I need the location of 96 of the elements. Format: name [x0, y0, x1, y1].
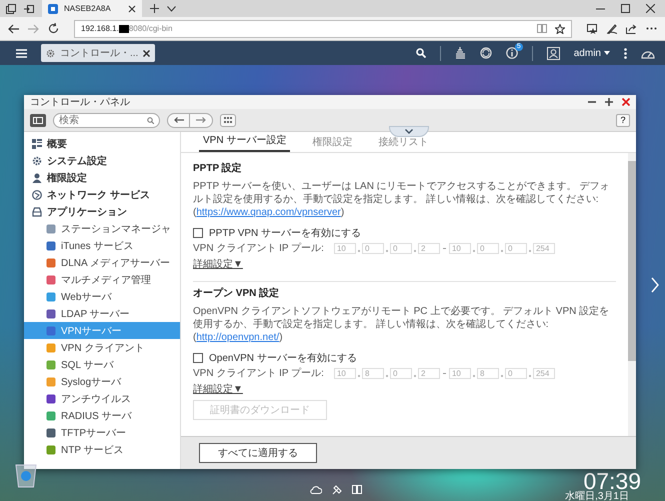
address-bar[interactable]: 192.168.1. 8080/cgi-bin: [74, 20, 572, 38]
sidebar-item[interactable]: DLNA メディアサーバー: [24, 254, 180, 271]
checkbox-label: PPTP VPN サーバーを有効にする: [209, 226, 362, 240]
link[interactable]: http://openvpn.net/: [196, 332, 280, 343]
date: 水曜日,3月1日: [565, 491, 629, 501]
info-icon[interactable]: [506, 47, 518, 59]
chevron-down-icon: [404, 129, 412, 134]
link[interactable]: https://www.qnap.com/vpnserver: [196, 207, 341, 218]
sidebar-item[interactable]: 権限設定: [24, 169, 180, 186]
user-icon[interactable]: [546, 46, 560, 60]
gear-icon: [32, 156, 42, 166]
maximize-icon[interactable]: [605, 98, 613, 106]
back-button[interactable]: [167, 112, 190, 128]
overview-icon: [32, 138, 42, 148]
forward-arrow-icon: [196, 117, 206, 123]
section-title: PPTP 設定: [193, 161, 243, 175]
refresh-icon[interactable]: [48, 23, 59, 34]
tools-icon[interactable]: [332, 485, 342, 495]
advanced-settings-link[interactable]: 詳細設定▼: [193, 257, 243, 271]
redaction-block: [118, 24, 129, 32]
person-icon: [32, 172, 42, 182]
sync-icon[interactable]: [480, 47, 492, 59]
search-icon: [147, 116, 154, 124]
sidebar-item[interactable]: ネットワーク サービス: [24, 186, 180, 203]
tab[interactable]: 接続リスト: [374, 135, 432, 152]
clock: 07:39: [583, 470, 641, 492]
book-icon[interactable]: [352, 485, 362, 494]
url-host: 192.168.1.: [81, 24, 119, 33]
back-arrow-icon: [174, 117, 184, 123]
kebab-menu-icon[interactable]: [624, 48, 627, 58]
caret-icon[interactable]: [604, 51, 610, 55]
drive-icon: [32, 206, 42, 216]
forward-button[interactable]: [190, 112, 213, 128]
set-aside-icon[interactable]: [24, 4, 34, 14]
new-tab-icon[interactable]: [150, 4, 159, 13]
grid-icon: [224, 117, 232, 123]
apps-grid-button[interactable]: [220, 114, 236, 126]
recycle-bin-icon[interactable]: [15, 462, 37, 488]
back-icon[interactable]: [8, 24, 19, 34]
sidebar-item[interactable]: VPN クライアント: [24, 339, 180, 356]
search-field[interactable]: 検索: [53, 112, 160, 128]
field-label: VPN クライアント IP プール:: [193, 366, 324, 380]
favorite-star-icon[interactable]: [555, 24, 565, 34]
menu-icon[interactable]: [16, 48, 27, 58]
close-icon[interactable]: [646, 4, 655, 13]
help-button[interactable]: ?: [616, 114, 630, 126]
tab[interactable]: 権限設定: [308, 135, 356, 152]
apply-button[interactable]: すべてに適用する: [199, 443, 317, 463]
sidebar-item[interactable]: システム設定: [24, 152, 180, 169]
sidebar-item[interactable]: LDAP サーバー: [24, 305, 180, 322]
more-icon[interactable]: [646, 27, 657, 30]
sidebar-item[interactable]: マルチメディア管理: [24, 271, 180, 288]
app-tab[interactable]: コントロール・...: [41, 44, 156, 62]
pen-icon[interactable]: [607, 24, 617, 34]
window-title: コントロール・パネル: [30, 96, 131, 109]
scroll-bar[interactable]: [628, 153, 636, 436]
sidebar-item[interactable]: iTunes サービス: [24, 237, 180, 254]
favicon-icon: [48, 4, 58, 14]
advanced-settings-link[interactable]: 詳細設定▼: [193, 382, 243, 396]
favorites-hub-icon[interactable]: [587, 24, 598, 34]
url-path: 8080/cgi-bin: [128, 24, 174, 33]
checkbox-label: OpenVPN サーバーを有効にする: [209, 352, 357, 364]
checkbox[interactable]: [193, 228, 203, 238]
sidebar-item[interactable]: TFTPサーバー: [24, 424, 180, 441]
sidebar-item[interactable]: Webサーバ: [24, 288, 180, 305]
checkbox[interactable]: [193, 352, 203, 362]
sidebar-item[interactable]: RADIUS サーバ: [24, 407, 180, 424]
view-toggle-button[interactable]: [30, 114, 46, 126]
minimize-icon[interactable]: [588, 98, 596, 106]
sidebar-item[interactable]: NTP サービス: [24, 441, 180, 458]
sidebar-item[interactable]: アンチウイルス: [24, 390, 180, 407]
tab[interactable]: VPN サーバー設定: [199, 133, 290, 152]
stack-icon[interactable]: [454, 47, 466, 59]
sidebar-item[interactable]: ステーションマネージャ: [24, 220, 180, 237]
description: PPTP サーバーを使い、ユーザーは LAN にリモートでアクセスすることができます。 デフォルト設定を使用するか、手動で設定を指定します。 詳しい情報は、次を確認してください: (https://www.qnap.com/vpnserver): [193, 180, 611, 219]
share-icon[interactable]: [626, 24, 637, 34]
chevron-down-icon[interactable]: [167, 6, 176, 12]
cloud-icon[interactable]: [310, 485, 322, 494]
section-title: オープン VPN 設定: [193, 286, 280, 300]
panel-icon: [33, 116, 43, 124]
close-icon[interactable]: [128, 4, 136, 12]
sidebar-item[interactable]: アプリケーション: [24, 203, 180, 220]
sidebar-item[interactable]: 概要: [24, 135, 180, 152]
browser-tab[interactable]: NASEB2A8A: [42, 0, 142, 17]
tabs-icon[interactable]: [6, 4, 16, 14]
gear-icon: [46, 48, 55, 58]
reading-view-icon[interactable]: [537, 24, 547, 33]
user-name[interactable]: admin: [574, 48, 601, 58]
collapse-handle[interactable]: [388, 126, 428, 137]
search-icon[interactable]: [416, 48, 426, 58]
maximize-icon[interactable]: [621, 4, 630, 13]
field-label: VPN クライアント IP プール:: [193, 242, 324, 255]
description: OpenVPN クライアントソフトウェアがリモート PC 上で必要です。 デフォルト VPN 設定を使用するか、手動で設定を指定します。 詳しい情報は、次を確認してください: (http://openvpn.net/): [193, 305, 610, 344]
sidebar-item[interactable]: Syslogサーバ: [24, 373, 180, 390]
sidebar-item[interactable]: SQL サーバ: [24, 356, 180, 373]
close-icon[interactable]: [143, 50, 150, 56]
